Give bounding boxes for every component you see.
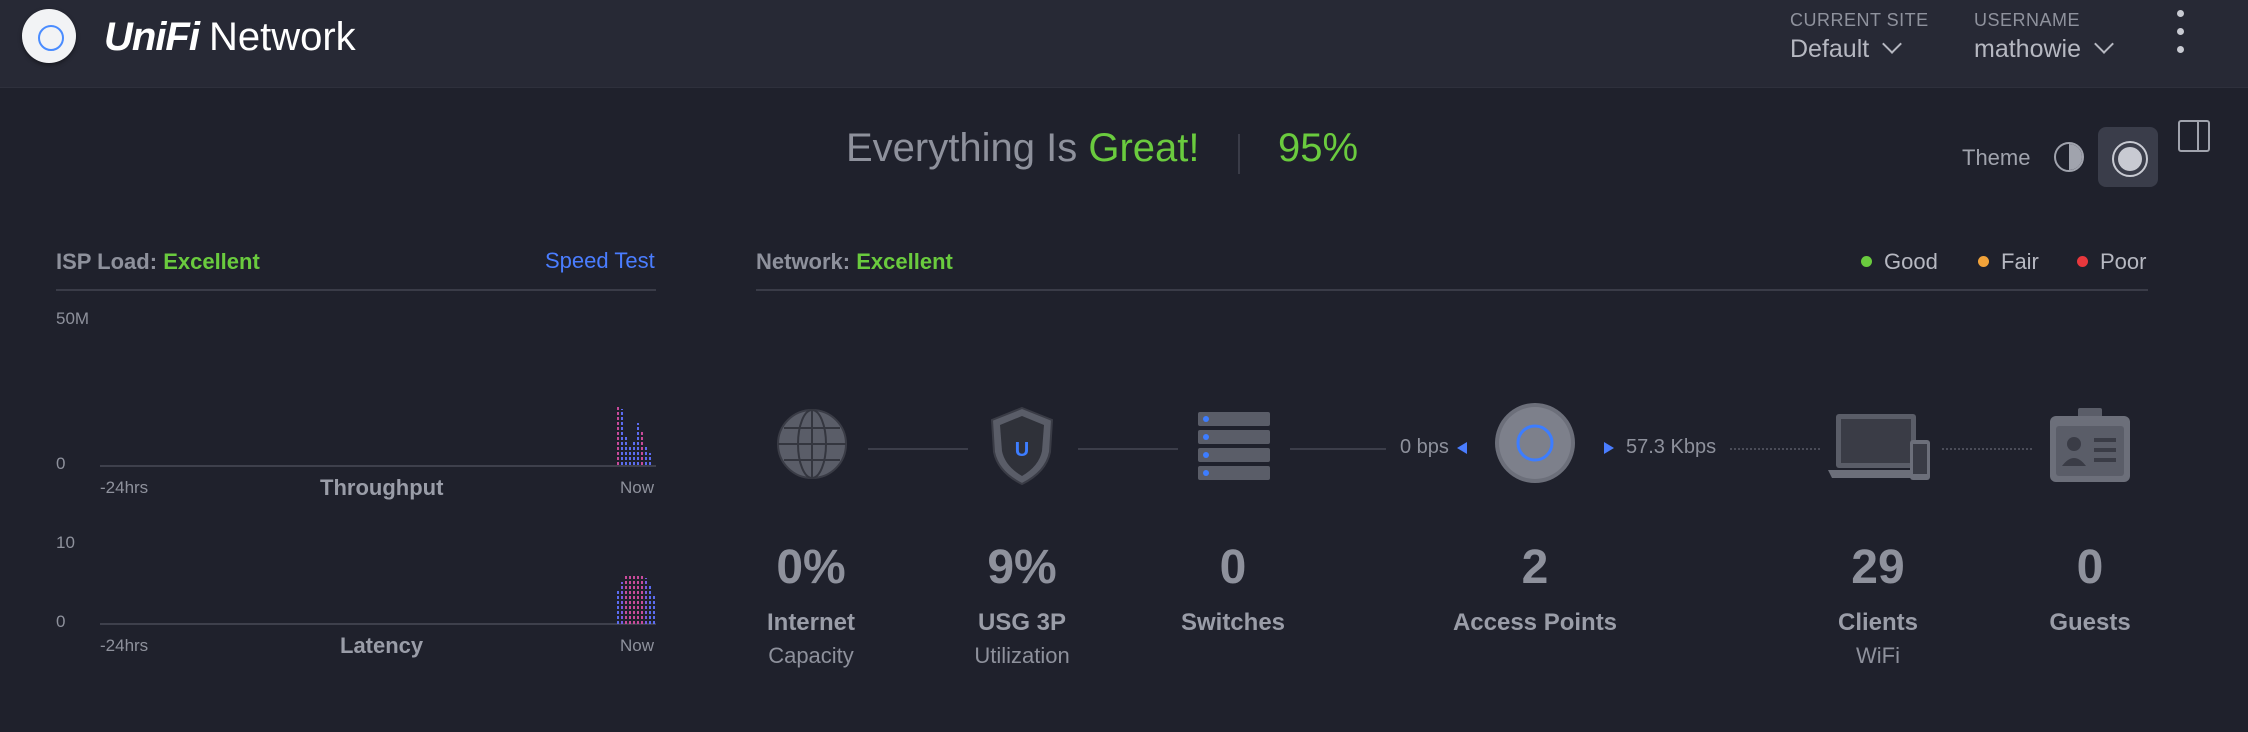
guest-badge-icon[interactable] — [2048, 406, 2132, 489]
stat-internet-title: Internet — [766, 609, 855, 636]
theme-half-contrast-icon[interactable] — [2054, 142, 2084, 172]
isp-divider — [56, 289, 656, 291]
throughput-caption: Throughput — [320, 475, 444, 500]
stat-gateway-value: 9% — [987, 541, 1057, 594]
throughput-ymax: 50M — [56, 309, 90, 328]
current-site-value-row: Default — [1790, 34, 1929, 64]
connector-line — [868, 448, 968, 450]
svg-text:U: U — [1015, 439, 1029, 461]
network-header: Network: Excellent — [756, 249, 953, 275]
connector-line — [1078, 448, 1178, 450]
username-label: USERNAME — [1974, 10, 2081, 30]
stat-switches[interactable]: 0 Switches — [1113, 540, 1353, 637]
health-status: Everything Is Great! 95% — [846, 126, 1358, 182]
access-point-icon[interactable] — [1494, 402, 1576, 489]
connector-dotted — [1730, 448, 1820, 450]
chevron-down-icon — [2094, 34, 2114, 54]
stat-internet-value: 0% — [776, 541, 846, 594]
status-text: Everything Is Great! — [846, 126, 1199, 170]
status-highlight: Great! — [1088, 126, 1200, 170]
isp-load-value: Excellent — [163, 249, 260, 274]
poor-dot-icon — [2077, 256, 2088, 267]
arrow-left-icon — [1457, 442, 1467, 454]
legend-good-label: Good — [1884, 249, 1938, 274]
top-bar: UniFi Network CURRENT SITE Default USERNA… — [0, 0, 2248, 88]
stat-switches-value: 0 — [1219, 541, 1247, 594]
isp-load-header: ISP Load: Excellent — [56, 249, 260, 275]
health-percent: 95% — [1278, 126, 1359, 170]
latency-xend: Now — [620, 636, 655, 655]
latency-ymax: 10 — [56, 533, 75, 552]
legend-fair-label: Fair — [2001, 249, 2039, 274]
theme-label: Theme — [1962, 145, 2031, 170]
stat-access-points-title: Access Points — [1452, 609, 1618, 636]
legend-poor: Poor — [2077, 249, 2146, 275]
latency-caption: Latency — [340, 633, 424, 658]
throughput-xend: Now — [620, 478, 655, 497]
stat-clients[interactable]: 29 Clients WiFi — [1758, 540, 1998, 669]
unifi-logo-icon[interactable] — [22, 9, 76, 63]
network-value: Excellent — [856, 249, 953, 274]
throughput-ymin: 0 — [56, 454, 66, 473]
legend-poor-label: Poor — [2100, 249, 2147, 274]
latency-xstart: -24hrs — [100, 636, 149, 655]
network-label: Network: — [756, 249, 851, 274]
connector-line — [1290, 448, 1386, 450]
app-title: UniFi Network — [104, 12, 356, 62]
stat-internet[interactable]: 0% Internet Capacity — [691, 540, 931, 669]
chevron-down-icon — [1882, 34, 1903, 54]
rate-right: 57.3 Kbps — [1626, 436, 1717, 458]
globe-icon[interactable] — [776, 408, 848, 485]
theme-dark-button[interactable] — [2098, 127, 2158, 187]
stat-internet-sub: Capacity — [768, 643, 854, 668]
side-panel-toggle-icon[interactable] — [2178, 120, 2210, 152]
stat-clients-value: 29 — [1851, 541, 1905, 594]
stat-gateway[interactable]: 9% USG 3P Utilization — [902, 540, 1142, 669]
network-divider — [756, 289, 2148, 291]
rate-left: 0 bps — [1400, 436, 1449, 458]
stat-guests-title: Guests — [2049, 609, 2131, 636]
latency-bars — [617, 574, 655, 624]
brand-network: Network — [208, 15, 356, 59]
stat-gateway-title: USG 3P — [977, 609, 1067, 636]
latency-ymin: 0 — [56, 612, 66, 631]
current-site-selector[interactable]: CURRENT SITE Default — [1790, 10, 1929, 64]
stat-clients-title: Clients — [1837, 609, 1918, 636]
throughput-bars — [617, 405, 651, 465]
switch-stack-icon[interactable] — [1198, 410, 1270, 489]
latency-baseline — [100, 623, 656, 625]
speed-test-link[interactable]: Speed Test — [545, 248, 655, 274]
fair-dot-icon — [1978, 256, 1989, 267]
stat-access-points[interactable]: 2 Access Points — [1415, 540, 1655, 637]
stat-guests[interactable]: 0 Guests — [1970, 540, 2210, 637]
arrow-right-icon — [1604, 442, 1614, 454]
throughput-xstart: -24hrs — [100, 478, 149, 497]
legend-fair: Fair — [1978, 249, 2039, 275]
brand-unifi: UniFi — [104, 15, 200, 59]
status-divider — [1238, 134, 1240, 174]
status-prefix: Everything Is — [846, 126, 1089, 170]
throughput-baseline — [100, 465, 656, 467]
current-site-label: CURRENT SITE — [1790, 10, 1929, 30]
username-value: mathowie — [1974, 35, 2081, 63]
shield-gateway-icon[interactable]: U — [988, 406, 1056, 491]
current-site-value: Default — [1790, 35, 1870, 63]
stat-switches-title: Switches — [1180, 609, 1286, 636]
username-selector[interactable]: USERNAME mathowie — [1974, 10, 2114, 64]
stat-gateway-sub: Utilization — [974, 643, 1070, 668]
more-menu-icon[interactable] — [2172, 10, 2188, 66]
stat-access-points-value: 2 — [1521, 541, 1549, 594]
isp-load-label: ISP Load: — [56, 249, 158, 274]
username-value-row: mathowie — [1974, 34, 2114, 64]
connector-dotted — [1942, 448, 2032, 450]
stat-guests-value: 0 — [2076, 541, 2104, 594]
stat-clients-sub: WiFi — [1856, 643, 1900, 668]
good-dot-icon — [1861, 256, 1872, 267]
laptop-phone-icon[interactable] — [1828, 412, 1932, 489]
legend-good: Good — [1861, 249, 1938, 275]
